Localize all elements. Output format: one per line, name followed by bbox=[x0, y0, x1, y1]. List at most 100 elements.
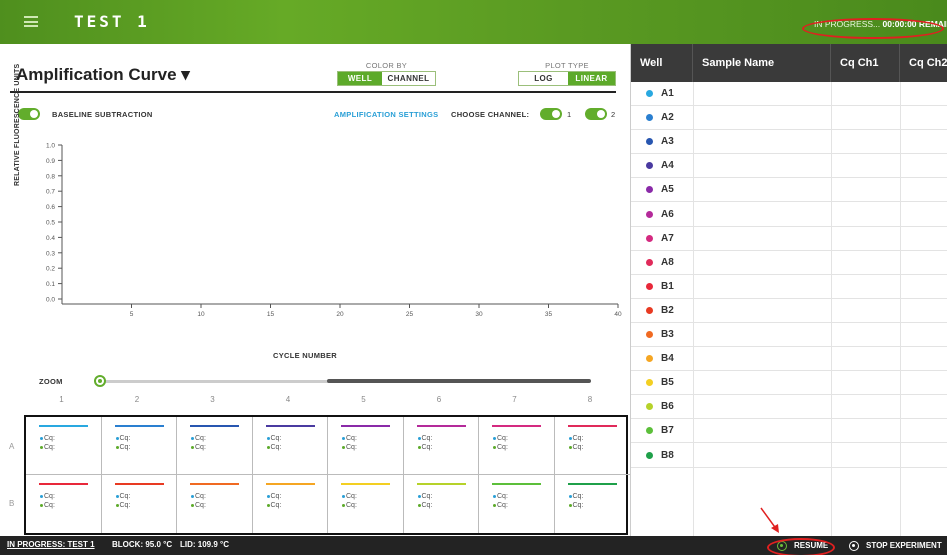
cq-label: Cq: bbox=[572, 444, 584, 451]
column-header-cq-ch2[interactable]: Cq Ch2 bbox=[900, 44, 947, 82]
well-cell-b6[interactable]: Cq: Cq: bbox=[404, 475, 479, 533]
well-color-bar bbox=[265, 425, 315, 427]
channel-dot-icon bbox=[493, 445, 496, 449]
well-id: A2 bbox=[661, 112, 674, 124]
cq-value-ch1: Cq: bbox=[493, 435, 508, 442]
cq-label: Cq: bbox=[270, 444, 282, 451]
table-row[interactable]: B5 bbox=[631, 371, 947, 396]
well-cell-b4[interactable]: Cq: Cq: bbox=[253, 475, 328, 533]
cq-value-ch1: Cq: bbox=[493, 493, 508, 500]
well-color-dot-icon bbox=[646, 331, 653, 338]
table-row[interactable]: B7 bbox=[631, 419, 947, 444]
cq-label: Cq: bbox=[195, 502, 206, 509]
table-row[interactable]: A7 bbox=[631, 227, 947, 251]
channel-dot-icon bbox=[266, 445, 270, 449]
x-tick-label: 30 bbox=[475, 311, 483, 318]
channel-dot-icon bbox=[115, 494, 119, 498]
channel-dot-icon bbox=[493, 503, 496, 507]
hamburger-menu-icon[interactable] bbox=[24, 16, 38, 27]
well-column-header: 7 bbox=[512, 395, 517, 404]
table-row[interactable]: B1 bbox=[631, 275, 947, 299]
well-color-dot-icon bbox=[646, 451, 653, 459]
cq-label: Cq: bbox=[346, 493, 357, 500]
channel-dot-icon bbox=[191, 436, 194, 440]
column-header-cq-ch1[interactable]: Cq Ch1 bbox=[831, 44, 900, 82]
cq-value-ch1: Cq: bbox=[417, 493, 432, 500]
table-row[interactable]: B4 bbox=[631, 347, 947, 372]
well-cell-a8[interactable]: Cq: Cq: bbox=[554, 417, 630, 475]
channel-dot-icon bbox=[493, 436, 496, 440]
well-color-bar bbox=[567, 425, 617, 427]
cq-label: Cq: bbox=[195, 493, 206, 500]
channel-dot-icon bbox=[568, 494, 572, 498]
table-row[interactable]: B3 bbox=[631, 323, 947, 347]
column-header-sample-name[interactable]: Sample Name bbox=[693, 44, 831, 82]
well-id: A7 bbox=[661, 232, 674, 244]
table-row[interactable]: A2 bbox=[631, 106, 947, 131]
well-cell-a1[interactable]: Cq: Cq: bbox=[26, 417, 102, 475]
y-tick-label: 0.8 bbox=[46, 173, 55, 180]
well-color-bar bbox=[492, 425, 541, 427]
well-cell-b2[interactable]: Cq: Cq: bbox=[102, 475, 177, 533]
well-cell-a2[interactable]: Cq: Cq: bbox=[101, 417, 177, 475]
well-column-header: 1 bbox=[59, 395, 64, 404]
channel-dot-icon bbox=[493, 494, 496, 498]
cq-value-ch2: Cq: bbox=[40, 502, 55, 509]
channel-dot-icon bbox=[568, 503, 572, 507]
cq-value-ch2: Cq: bbox=[191, 502, 206, 509]
cq-label: Cq: bbox=[421, 435, 433, 442]
well-column-header: 5 bbox=[361, 395, 366, 404]
table-row[interactable]: B8 bbox=[631, 444, 947, 468]
cq-value-ch2: Cq: bbox=[191, 444, 206, 451]
x-tick-label: 20 bbox=[336, 311, 344, 318]
channel-dot-icon bbox=[266, 494, 270, 498]
well-cell-a4[interactable]: Cq: Cq: bbox=[252, 417, 328, 475]
well-cell-b3[interactable]: Cq: Cq: bbox=[177, 475, 253, 533]
well-id: A4 bbox=[661, 160, 674, 172]
table-row[interactable]: B6 bbox=[631, 395, 947, 420]
cq-label: Cq: bbox=[270, 493, 282, 500]
cq-label: Cq: bbox=[44, 502, 55, 509]
channel-dot-icon bbox=[342, 503, 345, 507]
cq-value-ch1: Cq: bbox=[342, 435, 357, 442]
cq-label: Cq: bbox=[497, 435, 508, 442]
well-cell-a3[interactable]: Cq: Cq: bbox=[177, 417, 253, 475]
zoom-slider-handle[interactable] bbox=[94, 375, 106, 387]
well-color-bar bbox=[114, 425, 164, 427]
well-color-dot-icon bbox=[646, 90, 653, 97]
table-row[interactable]: A5 bbox=[631, 178, 947, 203]
table-row[interactable]: B2 bbox=[631, 299, 947, 323]
well-color-bar bbox=[114, 483, 164, 485]
cq-value-ch1: Cq: bbox=[40, 435, 55, 442]
scroll-bar[interactable] bbox=[327, 379, 591, 383]
well-cell-a5[interactable]: Cq: Cq: bbox=[328, 417, 404, 475]
stop-experiment-button[interactable]: STOP EXPERIMENT bbox=[849, 538, 942, 553]
y-tick-label: 0.0 bbox=[46, 297, 55, 304]
table-row[interactable]: A4 bbox=[631, 154, 947, 179]
table-row[interactable]: A8 bbox=[631, 251, 947, 275]
table-row[interactable]: A6 bbox=[631, 203, 947, 227]
column-header-well[interactable]: Well bbox=[631, 44, 693, 82]
well-cell-a6[interactable]: Cq: Cq: bbox=[403, 417, 479, 475]
well-cell-b8[interactable]: Cq: Cq: bbox=[555, 475, 631, 533]
table-row[interactable]: A1 bbox=[631, 82, 947, 106]
well-column-header: 2 bbox=[134, 395, 140, 404]
channel-dot-icon bbox=[191, 445, 194, 449]
cq-label: Cq: bbox=[270, 502, 282, 509]
cq-value-ch2: Cq: bbox=[493, 502, 508, 509]
well-cell-b1[interactable]: Cq: Cq: bbox=[26, 475, 102, 533]
table-row[interactable]: A3 bbox=[631, 130, 947, 155]
footer-status[interactable]: IN PROGRESS: TEST 1 bbox=[7, 540, 95, 549]
lid-temperature: LID: 109.9 °C bbox=[180, 540, 229, 549]
cq-value-ch1: Cq: bbox=[266, 435, 281, 442]
zoom-label: ZOOM bbox=[39, 377, 63, 386]
well-cell-a7[interactable]: Cq: Cq: bbox=[479, 417, 555, 475]
well-cell-b7[interactable]: Cq: Cq: bbox=[479, 475, 555, 533]
channel-dot-icon bbox=[115, 436, 119, 440]
well-color-dot-icon bbox=[646, 282, 653, 290]
well-row-label-b: B bbox=[9, 499, 15, 508]
well-cell-b5[interactable]: Cq: Cq: bbox=[328, 475, 404, 533]
well-color-bar bbox=[265, 483, 315, 485]
zoom-slider-track[interactable] bbox=[100, 380, 332, 383]
well-color-bar bbox=[416, 425, 466, 427]
